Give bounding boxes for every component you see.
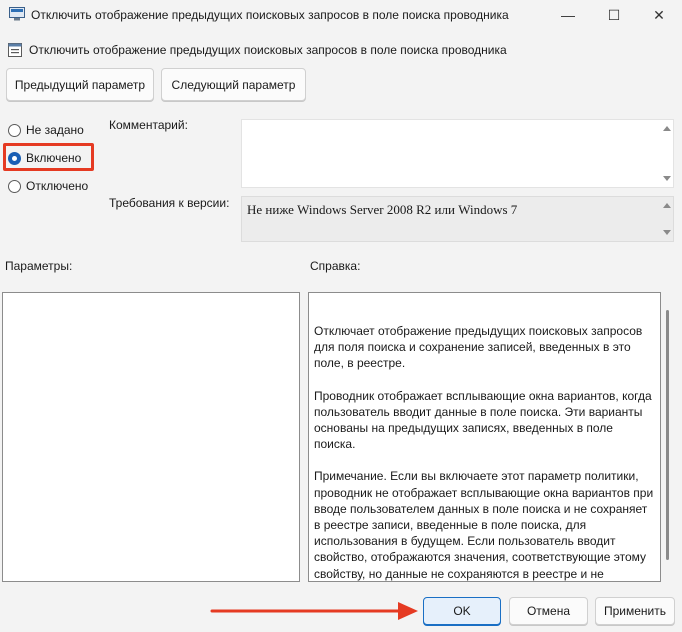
scroll-up-icon[interactable] <box>663 126 671 131</box>
close-button[interactable]: ✕ <box>636 0 682 30</box>
help-paragraph: Проводник отображает всплывающие окна ва… <box>314 388 652 452</box>
next-setting-button[interactable]: Следующий параметр <box>161 68 306 101</box>
apply-button[interactable]: Применить <box>595 597 675 625</box>
supported-on-label: Требования к версии: <box>109 196 230 210</box>
help-paragraph: Примечание. Если вы включаете этот парам… <box>314 469 654 581</box>
options-panel <box>2 292 300 582</box>
enabled-highlight-box <box>3 143 94 171</box>
help-label: Справка: <box>310 259 361 273</box>
window-title: Отключить отображение предыдущих поисков… <box>31 8 509 22</box>
help-scrollbar-thumb[interactable] <box>666 310 669 560</box>
ok-button[interactable]: OK <box>423 597 501 625</box>
policy-setting-icon <box>8 43 22 57</box>
scroll-up-icon[interactable] <box>663 203 671 208</box>
minimize-button[interactable]: — <box>545 0 591 30</box>
comment-label: Комментарий: <box>109 118 188 132</box>
red-arrow-icon <box>210 602 418 620</box>
maximize-icon: ☐ <box>607 6 621 23</box>
help-panel: Отключает отображение предыдущих поисков… <box>308 292 661 582</box>
supported-on-value: Не ниже Windows Server 2008 R2 или Windo… <box>247 202 518 217</box>
minimize-icon: — <box>561 7 575 23</box>
supported-on-scrollbar[interactable] <box>659 197 673 241</box>
radio-label: Отключено <box>26 179 89 193</box>
policy-name: Отключить отображение предыдущих поисков… <box>29 43 507 57</box>
scroll-down-icon[interactable] <box>663 230 671 235</box>
cancel-button[interactable]: Отмена <box>509 597 588 625</box>
scroll-down-icon[interactable] <box>663 176 671 181</box>
help-text: Отключает отображение предыдущих поисков… <box>314 323 654 581</box>
help-paragraph: Отключает отображение предыдущих поисков… <box>314 324 643 371</box>
comment-textarea[interactable] <box>241 119 674 188</box>
previous-setting-button[interactable]: Предыдущий параметр <box>6 68 154 101</box>
comment-scrollbar[interactable] <box>659 120 673 187</box>
radio-circle-icon[interactable] <box>8 123 21 137</box>
radio-label: Не задано <box>26 123 84 137</box>
supported-on-field: Не ниже Windows Server 2008 R2 или Windo… <box>241 196 674 242</box>
options-label: Параметры: <box>5 259 73 273</box>
maximize-button[interactable]: ☐ <box>591 0 637 30</box>
close-icon: ✕ <box>653 6 665 23</box>
radio-disabled[interactable]: Отключено <box>8 179 88 193</box>
radio-circle-icon[interactable] <box>8 179 21 193</box>
radio-not-configured[interactable]: Не задано <box>8 123 84 137</box>
policy-window-icon <box>9 7 25 21</box>
